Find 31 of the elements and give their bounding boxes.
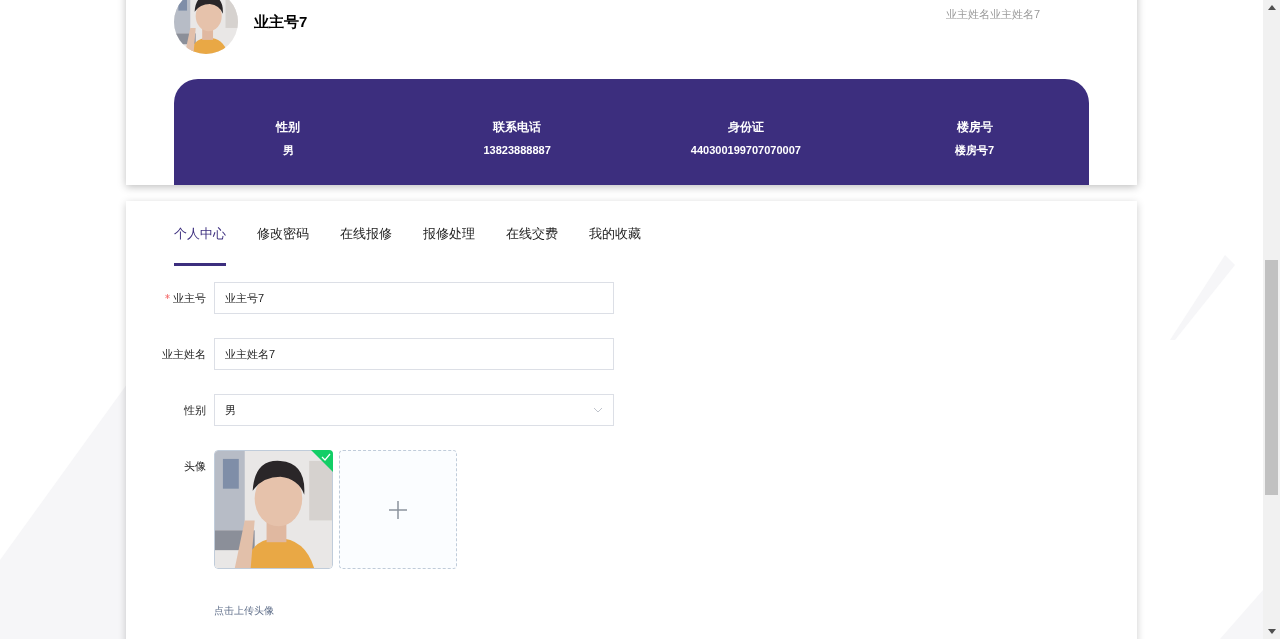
field-label: 业主姓名 xyxy=(162,346,206,362)
info-label: 联系电话 xyxy=(493,120,542,134)
tab[interactable]: 在线交费 xyxy=(506,201,558,266)
input-field[interactable]: 业主号7 xyxy=(214,282,614,314)
scrollbar[interactable] xyxy=(1263,0,1280,639)
field-label: 头像 xyxy=(184,459,206,474)
upload-hint: 点击上传头像 xyxy=(214,604,275,618)
upload-button[interactable] xyxy=(339,450,457,569)
scrollbar-thumb[interactable] xyxy=(1265,259,1278,495)
info-value: 440300199707070007 xyxy=(690,143,801,157)
info-value: 楼房号7 xyxy=(955,143,995,157)
plus-icon xyxy=(388,499,408,520)
tab[interactable]: 在线报修 xyxy=(340,201,392,266)
field-label: 性别 xyxy=(184,402,206,418)
tab[interactable]: 个人中心 xyxy=(174,201,226,266)
info-value: 男 xyxy=(282,143,294,157)
info-value: 13823888887 xyxy=(483,143,551,157)
owner-name: 业主姓名业主姓名7 xyxy=(945,7,1040,22)
input-field[interactable]: 业主姓名7 xyxy=(214,338,614,370)
info-label: 性别 xyxy=(276,120,301,134)
chevron-down-icon xyxy=(593,407,603,413)
tab[interactable]: 报修处理 xyxy=(423,201,475,266)
scroll-up-icon[interactable] xyxy=(1267,5,1276,10)
owner-number: 业主号7 xyxy=(254,11,308,32)
tab[interactable]: 修改密码 xyxy=(257,201,309,266)
scroll-down-icon[interactable] xyxy=(1267,629,1276,634)
tab[interactable]: 我的收藏 xyxy=(589,201,641,266)
gender-select[interactable]: 男 xyxy=(214,394,614,426)
info-label: 楼房号 xyxy=(956,120,993,134)
info-label: 身份证 xyxy=(727,120,764,134)
field-label: 业主号 xyxy=(173,290,206,306)
